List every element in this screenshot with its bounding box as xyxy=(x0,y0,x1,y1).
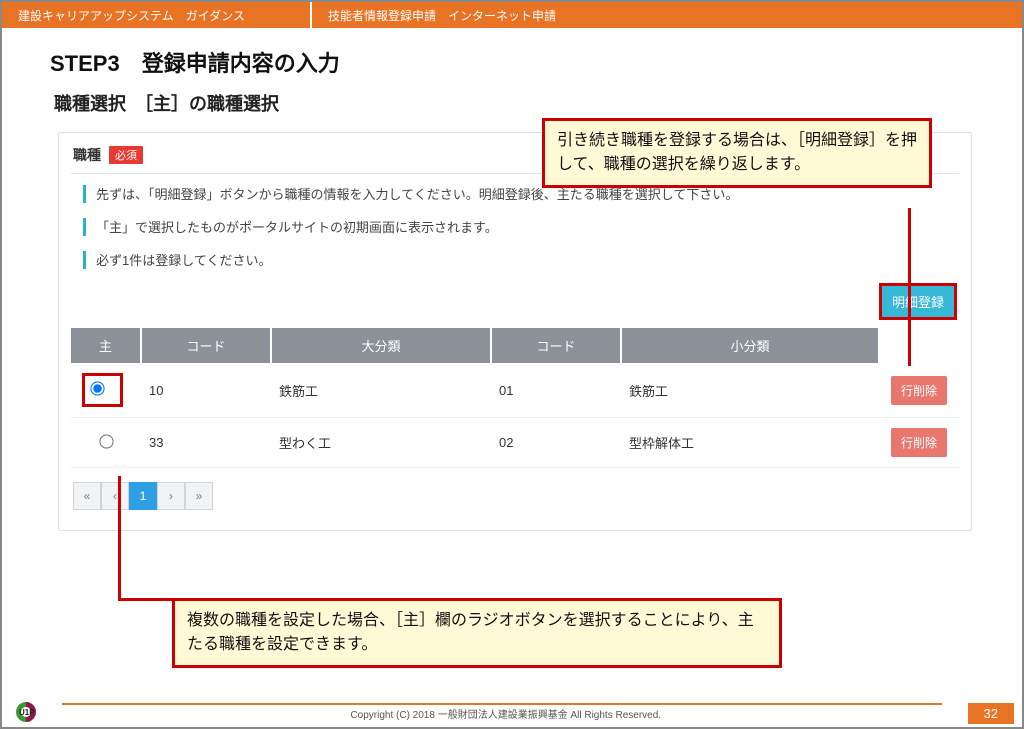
required-badge: 必須 xyxy=(109,146,143,164)
row-delete-button[interactable]: 行削除 xyxy=(891,428,947,457)
cell-minor: 型枠解体工 xyxy=(621,418,879,468)
cell-major: 型わく工 xyxy=(271,418,491,468)
accent-bar-icon xyxy=(83,218,86,236)
callout-connector xyxy=(118,598,172,601)
topbar-left: 建設キャリアアップシステム ガイダンス xyxy=(2,2,310,28)
main-radio[interactable] xyxy=(90,381,104,395)
th-action xyxy=(879,328,959,363)
main-radio[interactable] xyxy=(99,434,113,448)
th-major: 大分類 xyxy=(271,328,491,363)
cell-code2: 02 xyxy=(491,418,621,468)
guide-text: 「主」で選択したものがポータルサイトの初期画面に表示されます。 xyxy=(96,217,498,236)
callout-radio: 複数の職種を設定した場合、［主］欄のラジオボタンを選択することにより、主たる職種… xyxy=(172,598,782,668)
logo-icon: U1P xyxy=(16,699,44,727)
th-code2: コード xyxy=(491,328,621,363)
cell-major: 鉄筋工 xyxy=(271,363,491,418)
guide-line: 必ず1件は登録してください。 xyxy=(83,250,955,269)
cell-minor: 鉄筋工 xyxy=(621,363,879,418)
pager-prev[interactable]: ‹ xyxy=(101,482,129,510)
top-bar: 建設キャリアアップシステム ガイダンス 技能者情報登録申請 インターネット申請 xyxy=(2,2,1022,28)
guide-text: 必ず1件は登録してください。 xyxy=(96,250,271,269)
row-delete-button[interactable]: 行削除 xyxy=(891,376,947,405)
step-heading: STEP3 登録申請内容の入力 xyxy=(50,46,984,78)
footer: U1P Copyright (C) 2018 一般財団法人建設業振興基金 All… xyxy=(2,699,1022,727)
table-row: 33 型わく工 02 型枠解体工 行削除 xyxy=(71,418,959,468)
callout-connector xyxy=(908,208,911,366)
page-number: 32 xyxy=(968,703,1014,724)
th-code1: コード xyxy=(141,328,271,363)
add-detail-button[interactable]: 明細登録 xyxy=(879,283,957,320)
th-minor: 小分類 xyxy=(621,328,879,363)
table-row: 10 鉄筋工 01 鉄筋工 行削除 xyxy=(71,363,959,418)
callout-connector xyxy=(118,476,121,598)
callout-add-detail: 引き続き職種を登録する場合は、［明細登録］を押して、職種の選択を繰り返します。 xyxy=(542,118,932,188)
copyright-text: Copyright (C) 2018 一般財団法人建設業振興基金 All Rig… xyxy=(44,706,968,721)
section-subtitle: 職種選択 ［主］の職種選択 xyxy=(54,90,984,116)
pager-first[interactable]: « xyxy=(73,482,101,510)
panel-title-text: 職種 xyxy=(73,145,101,165)
radio-highlight xyxy=(82,373,123,407)
pager: « ‹ 1 › » xyxy=(73,482,959,510)
job-table: 主 コード 大分類 コード 小分類 10 鉄筋工 xyxy=(71,328,959,468)
accent-bar-icon xyxy=(83,185,86,203)
cell-code1: 10 xyxy=(141,363,271,418)
cell-code2: 01 xyxy=(491,363,621,418)
job-panel: 職種 必須 先ずは、「明細登録」ボタンから職種の情報を入力してください。明細登録… xyxy=(58,132,972,531)
pager-last[interactable]: » xyxy=(185,482,213,510)
topbar-right: 技能者情報登録申請 インターネット申請 xyxy=(310,2,1022,28)
pager-next[interactable]: › xyxy=(157,482,185,510)
accent-bar-icon xyxy=(83,251,86,269)
cell-code1: 33 xyxy=(141,418,271,468)
guide-line: 「主」で選択したものがポータルサイトの初期画面に表示されます。 xyxy=(83,217,955,236)
pager-page[interactable]: 1 xyxy=(129,482,157,510)
th-main: 主 xyxy=(71,328,141,363)
